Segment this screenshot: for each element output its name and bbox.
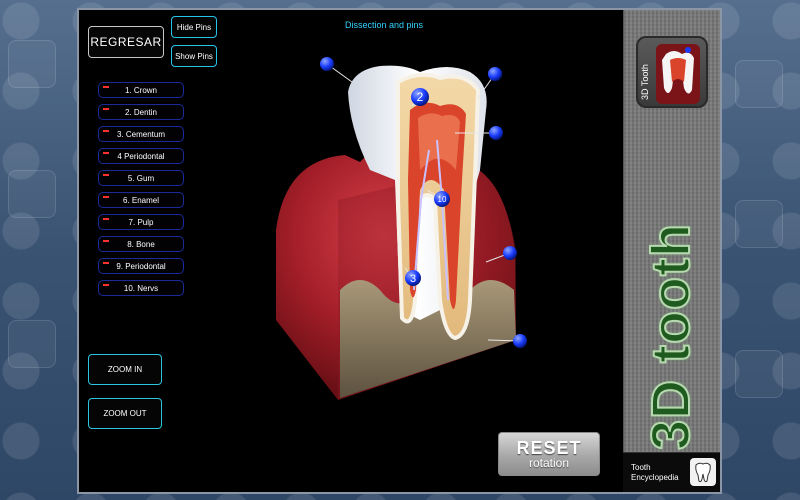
brand-logo-vertical: 3D tooth — [640, 222, 702, 451]
pin-bone[interactable] — [513, 334, 527, 348]
reset-sub-label: rotation — [528, 455, 570, 470]
pin-enamel[interactable] — [488, 67, 502, 81]
encyclopedia-text: Tooth Encyclopedia — [631, 463, 679, 483]
pin-pulp[interactable] — [489, 126, 503, 140]
pin-gum[interactable] — [503, 246, 517, 260]
app-icon[interactable]: 3D Tooth — [636, 36, 708, 108]
pin-nervs-label: 10 — [438, 195, 447, 204]
encyclopedia-line-2: Encyclopedia — [631, 473, 679, 482]
pin-crown[interactable] — [320, 57, 334, 71]
tooth-mini-icon — [690, 458, 716, 486]
reset-label: RESET — [516, 437, 582, 458]
tooth-encyclopedia-link[interactable]: Tooth Encyclopedia — [623, 452, 720, 492]
reset-rotation-button[interactable]: RESET rotation — [498, 432, 600, 476]
pin-dentin-label: 2 — [417, 90, 424, 104]
pin-cementum-label: 3 — [410, 273, 416, 285]
app-icon-label: 3D Tooth — [640, 64, 650, 100]
encyclopedia-line-1: Tooth — [631, 463, 651, 472]
